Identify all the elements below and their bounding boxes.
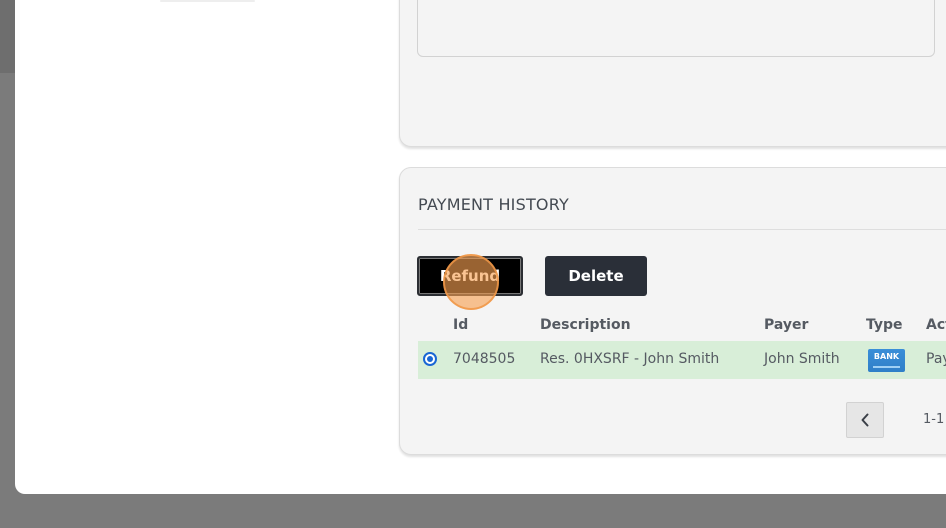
column-header-payer[interactable]: Payer — [764, 317, 808, 333]
cell-payer: John Smith — [764, 351, 840, 367]
modal-faint-divider — [160, 0, 255, 2]
row-select-radio[interactable] — [423, 352, 437, 366]
payment-history-title: PAYMENT HISTORY — [418, 195, 569, 214]
column-header-type[interactable]: Type — [866, 317, 903, 333]
cell-action[interactable]: Pay — [926, 351, 946, 367]
refund-button[interactable]: Refund — [417, 256, 523, 296]
delete-button[interactable]: Delete — [545, 256, 647, 296]
cell-id: 7048505 — [453, 351, 516, 367]
cell-description: Res. 0HXSRF - John Smith — [540, 351, 720, 367]
bank-card-icon: BANK — [868, 349, 905, 372]
column-header-description[interactable]: Description — [540, 317, 631, 333]
pagination-info: 1-1 c — [923, 412, 946, 427]
column-header-id[interactable]: Id — [453, 317, 468, 333]
section-divider — [418, 229, 946, 230]
pager-prev-button[interactable] — [846, 402, 884, 438]
column-header-actions[interactable]: Act — [926, 317, 946, 333]
details-text-area[interactable] — [417, 0, 935, 57]
chevron-left-icon — [861, 413, 869, 427]
